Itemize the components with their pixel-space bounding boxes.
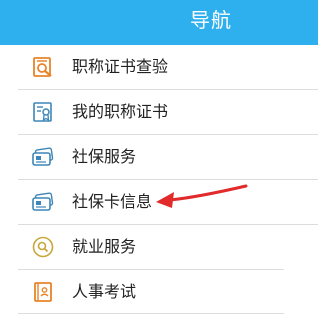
menu-item-my-title-certificate[interactable]: 我的职称证书 bbox=[0, 90, 318, 134]
menu-item-label: 人事考试 bbox=[72, 282, 137, 301]
nav-header: 导航 bbox=[0, 0, 318, 45]
menu-item-label: 职称证书查验 bbox=[72, 57, 169, 76]
certificate-badge-icon bbox=[32, 101, 54, 123]
menu-item-label: 社保卡信息 bbox=[72, 192, 153, 211]
certificate-search-icon bbox=[32, 56, 54, 78]
menu-item-label: 就业服务 bbox=[72, 237, 137, 256]
menu-item-personnel-exam[interactable]: 人事考试 bbox=[0, 270, 318, 314]
menu-item-social-security-services[interactable]: 社保服务 bbox=[0, 135, 318, 179]
page-title: 导航 bbox=[190, 8, 232, 32]
menu-item-title-certificate-check[interactable]: 职称证书查验 bbox=[0, 45, 318, 89]
menu-item-label: 我的职称证书 bbox=[72, 102, 169, 121]
annotation-arrow bbox=[156, 184, 248, 208]
menu-item-employment-services[interactable]: 就业服务 bbox=[0, 225, 318, 269]
card-icon bbox=[32, 146, 54, 168]
search-circle-icon bbox=[32, 236, 54, 258]
menu-item-label: 社保服务 bbox=[72, 147, 137, 166]
notebook-icon bbox=[32, 281, 54, 303]
card-icon bbox=[32, 191, 54, 213]
